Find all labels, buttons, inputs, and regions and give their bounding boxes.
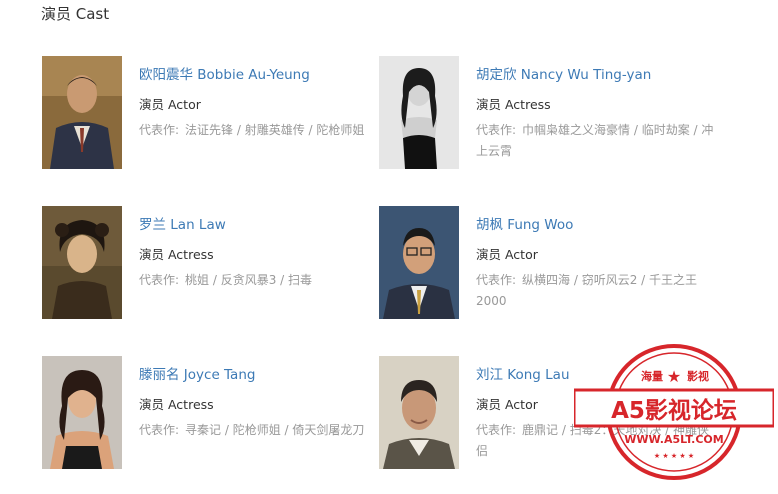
cast-works: 代表作: 寻秦记 / 陀枪师姐 / 倚天剑屠龙刀 [139,420,379,441]
works-label: 代表作: [139,123,180,137]
cast-photo[interactable] [42,356,122,469]
cast-role: 演员 Actor [139,97,201,112]
cast-name-link[interactable]: 胡枫 Fung Woo [476,213,573,233]
cast-name-link[interactable]: 刘江 Kong Lau [476,363,570,383]
watermark-main: A5影视论坛 [611,397,737,424]
cast-photo[interactable] [42,206,122,319]
works-label: 代表作: [476,423,517,437]
works-label: 代表作: [139,273,180,287]
watermark-top-right: 影视 [687,369,709,383]
cast-works: 代表作: 法证先锋 / 射雕英雄传 / 陀枪师姐 [139,120,379,141]
stars-row-icon: ★ ★ ★ ★ ★ [654,452,694,460]
cast-card: 胡定欣 Nancy Wu Ting-yan 演员 Actress 代表作: 巾帼枭… [379,56,713,171]
works-list: 寻秦记 / 陀枪师姐 / 倚天剑屠龙刀 [185,423,365,437]
cast-role: 演员 Actress [476,97,551,112]
works-list: 法证先锋 / 射雕英雄传 / 陀枪师姐 [185,123,365,137]
cast-works: 代表作: 纵横四海 / 窃听风云2 / 千王之王2000 [476,270,716,312]
cast-name-link[interactable]: 欧阳震华 Bobbie Au-Yeung [139,63,310,83]
cast-name-link[interactable]: 罗兰 Lan Law [139,213,226,233]
cast-card: 欧阳震华 Bobbie Au-Yeung 演员 Actor 代表作: 法证先锋 /… [42,56,372,171]
cast-card: 罗兰 Lan Law 演员 Actress 代表作: 桃姐 / 反贪风暴3 / 扫… [42,206,372,321]
watermark-url: WWW.A5LT.COM [624,433,723,446]
cast-photo[interactable] [42,56,122,169]
cast-name-link[interactable]: 滕丽名 Joyce Tang [139,363,255,383]
works-label: 代表作: [476,123,517,137]
watermark-top-left: 海量 [641,369,663,383]
watermark-stamp: 海量 ★ 影视 A5影视论坛 WWW.A5LT.COM ★ ★ ★ ★ ★ [574,332,774,484]
cast-role: 演员 Actor [476,397,538,412]
cast-photo[interactable] [379,56,459,169]
star-icon: ★ [667,367,681,386]
cast-photo[interactable] [379,356,459,469]
cast-role: 演员 Actor [476,247,538,262]
works-list: 桃姐 / 反贪风暴3 / 扫毒 [185,273,313,287]
cast-photo[interactable] [379,206,459,319]
cast-role: 演员 Actress [139,247,214,262]
works-label: 代表作: [139,423,180,437]
cast-name-link[interactable]: 胡定欣 Nancy Wu Ting-yan [476,63,651,83]
cast-works: 代表作: 巾帼枭雄之义海豪情 / 临时劫案 / 冲上云霄 [476,120,716,162]
cast-works: 代表作: 桃姐 / 反贪风暴3 / 扫毒 [139,270,379,291]
works-label: 代表作: [476,273,517,287]
cast-card: 滕丽名 Joyce Tang 演员 Actress 代表作: 寻秦记 / 陀枪师姐… [42,356,372,471]
cast-card: 胡枫 Fung Woo 演员 Actor 代表作: 纵横四海 / 窃听风云2 / … [379,206,709,321]
section-title: 演员 Cast [41,5,110,23]
cast-role: 演员 Actress [139,397,214,412]
